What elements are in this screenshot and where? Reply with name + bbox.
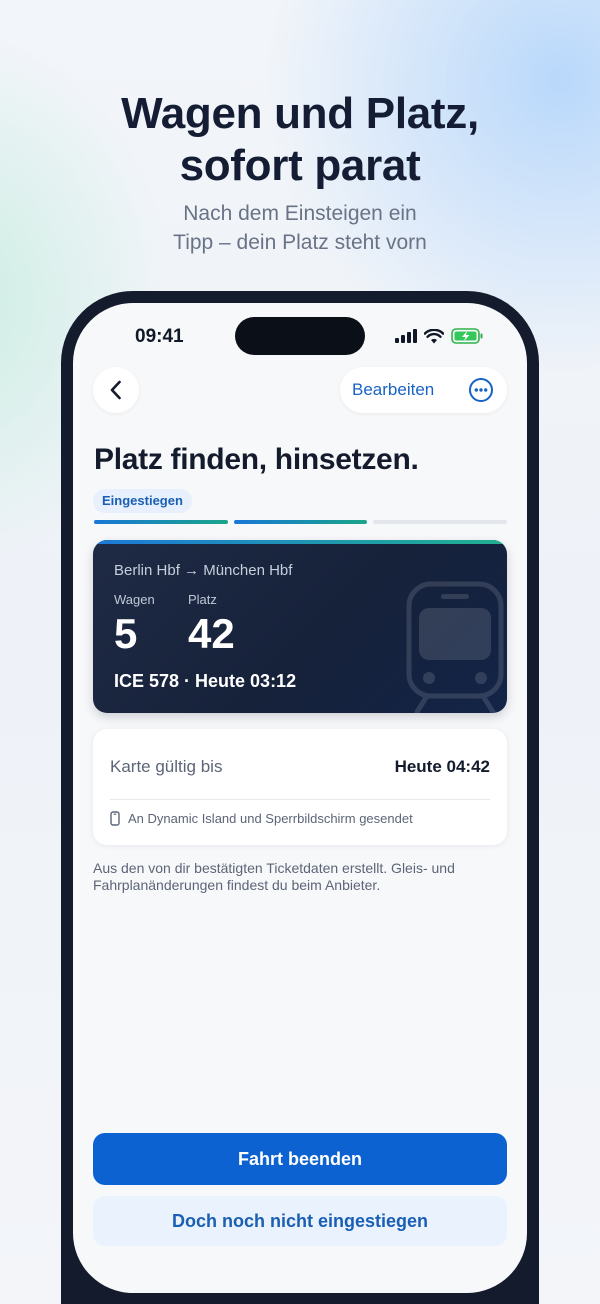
validity-value: Heute 04:42 [394, 757, 490, 776]
sent-info-text: An Dynamic Island und Sperrbildschirm ge… [128, 811, 413, 826]
promo-subline-line2: Tipp – dein Platz steht vorn [173, 231, 427, 254]
progress-bar [94, 520, 508, 524]
progress-step-2 [233, 520, 368, 524]
wifi-icon [424, 328, 444, 343]
promo-headline: Wagen und Platz, sofort parat [0, 88, 600, 192]
route-arrow: → [184, 562, 200, 579]
ticket-card: Berlin Hbf → München Hbf Wagen Platz 5 4… [93, 540, 507, 713]
ticket-accent-bar [93, 540, 507, 544]
progress-step-1 [94, 520, 228, 524]
card-divider [110, 799, 490, 800]
train-icon [406, 581, 504, 713]
sent-info-row: An Dynamic Island und Sperrbildschirm ge… [110, 811, 413, 826]
route-from: Berlin Hbf [114, 562, 180, 579]
chevron-left-icon [110, 380, 121, 400]
edit-button[interactable]: Bearbeiten [352, 380, 434, 400]
promo-subline: Nach dem Einsteigen ein Tipp – dein Plat… [0, 199, 600, 257]
edit-actions-pill: Bearbeiten [340, 367, 507, 413]
platz-value: 42 [188, 610, 235, 657]
not-boarded-button[interactable]: Doch noch nicht eingestiegen [93, 1196, 507, 1246]
validity-label: Karte gültig bis [110, 757, 223, 776]
trip-info: ICE 578 · Heute 03:12 [114, 671, 297, 691]
wagen-value: 5 [114, 610, 138, 657]
cellular-signal-icon [395, 329, 417, 343]
wagen-label: Wagen [114, 592, 155, 607]
end-trip-button[interactable]: Fahrt beenden [93, 1133, 507, 1185]
disclaimer-note: Aus den von dir bestätigten Ticketdaten … [93, 860, 455, 893]
phone-icon [110, 811, 120, 826]
page-title: Platz finden, hinsetzen. [94, 443, 419, 476]
phone-screen: 09:41 Bearbeiten Platz finden, hinsetzen… [73, 303, 527, 1293]
promo-headline-line2: sofort parat [179, 141, 421, 190]
promo-headline-line1: Wagen und Platz, [121, 89, 479, 138]
status-badge: Eingestiegen [93, 489, 192, 513]
progress-step-3 [373, 520, 508, 524]
status-icons [395, 327, 483, 345]
battery-charging-icon [451, 328, 483, 344]
ellipsis-circle-icon[interactable] [468, 377, 494, 403]
platz-label: Platz [188, 592, 217, 607]
validity-card: Karte gültig bis Heute 04:42 An Dynamic … [93, 729, 507, 845]
ticket-route: Berlin Hbf → München Hbf [114, 562, 292, 579]
promo-subline-line1: Nach dem Einsteigen ein [183, 202, 417, 225]
back-button[interactable] [93, 367, 139, 413]
status-time: 09:41 [135, 326, 184, 347]
dynamic-island [235, 317, 365, 355]
route-to: München Hbf [203, 562, 293, 579]
